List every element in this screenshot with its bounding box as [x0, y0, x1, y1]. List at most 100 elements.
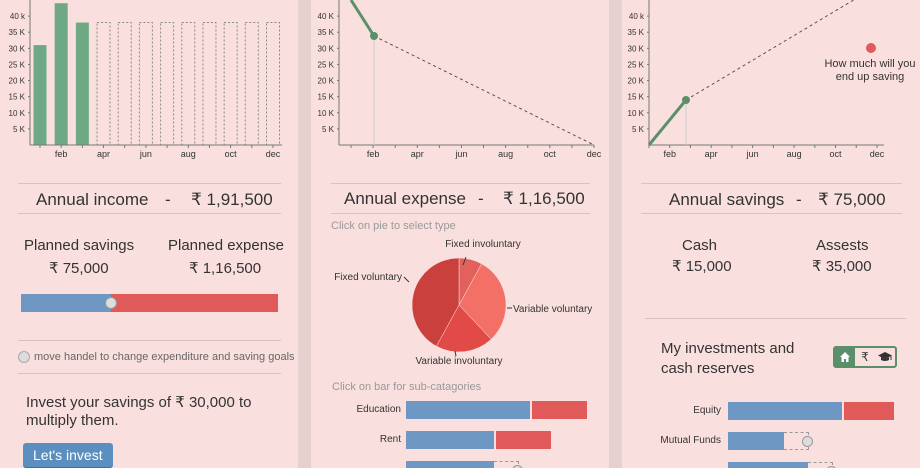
exp-ytick: 30 K [318, 44, 335, 53]
savings-projection-line [685, 0, 855, 101]
investment-bar-handle[interactable] [802, 436, 813, 447]
planned-savings-label: Planned savings [24, 237, 135, 254]
expense-point[interactable] [370, 32, 378, 40]
exp-xtick: jun [454, 149, 467, 159]
inc-xtick: oct [225, 149, 238, 159]
exp-xtick: aug [498, 149, 513, 159]
sav-ytick: 30 K [628, 44, 645, 53]
savings-goal-marker[interactable] [866, 43, 876, 53]
exp-ytick: 10 K [318, 109, 335, 118]
inc-ytick: 35 K [9, 28, 26, 37]
expense-actual-line [349, 0, 376, 37]
income-bar-aug[interactable] [181, 22, 196, 146]
expense-portion [111, 294, 278, 312]
income-bar-chart: 5 K 10 K 15 K 20 K 25 K 30 K 35 K 40 k feb apr ju… [9, 0, 282, 159]
annual-expense-dash: - [478, 189, 484, 208]
income-bar-may[interactable] [117, 22, 132, 146]
annual-income-label: Annual income [36, 190, 149, 209]
expense-category-bar-primary[interactable] [406, 431, 494, 449]
rupee-icon[interactable]: ₹ [855, 348, 875, 366]
inc-ytick: 25 K [9, 60, 26, 69]
slider-handle[interactable] [105, 297, 117, 309]
savings-expense-slider[interactable] [21, 294, 278, 312]
inc-xtick: dec [266, 149, 281, 159]
sav-ytick: 40 k [629, 12, 645, 21]
inc-xtick: aug [181, 149, 196, 159]
sav-xtick: oct [830, 149, 843, 159]
sav-xtick: feb [663, 149, 676, 159]
sav-ytick: 5 K [632, 125, 645, 134]
sav-ytick: 35 K [628, 28, 645, 37]
cash-value: ₹ 15,000 [672, 258, 732, 275]
expense-category-bar-primary[interactable] [406, 401, 530, 419]
investments-title: My investments and cash reserves [661, 340, 795, 377]
annual-savings-value: ₹ 75,000 [818, 190, 886, 209]
savings-actual-line [647, 99, 688, 146]
exp-xtick: dec [587, 149, 602, 159]
savings-point[interactable] [682, 96, 690, 104]
income-panel: 5 K 10 K 15 K 20 K 25 K 30 K 35 K 40 k feb apr ju… [0, 0, 298, 468]
savings-portion [21, 294, 111, 312]
inc-ytick: 15 K [9, 93, 26, 102]
savings-question: How much will you end up saving [824, 58, 916, 83]
expense-type-pie[interactable]: Fixed involuntary Variable voluntary Var… [311, 235, 609, 370]
annual-expense-value: ₹ 1,16,500 [503, 189, 585, 208]
inc-xtick: feb [55, 149, 68, 159]
sav-ytick: 25 K [628, 60, 645, 69]
sav-xtick: apr [705, 149, 718, 159]
income-bar-sep[interactable] [202, 22, 217, 146]
income-bar-mar[interactable] [75, 22, 89, 145]
investment-bar-primary[interactable] [728, 432, 784, 450]
planned-savings-value: ₹ 75,000 [49, 260, 109, 277]
investment-label: Mutual Funds [660, 435, 721, 446]
pie-label-fixed-involuntary: Fixed involuntary [445, 239, 521, 250]
expense-category-bar-primary[interactable] [406, 461, 494, 468]
exp-xtick: apr [411, 149, 424, 159]
exp-ytick: 15 K [318, 93, 335, 102]
expense-category-bar-secondary[interactable] [532, 401, 587, 419]
cash-label: Cash [682, 237, 718, 254]
annual-savings-label: Annual savings [669, 190, 785, 209]
annual-income-value: ₹ 1,91,500 [191, 190, 273, 209]
pie-label-variable-involuntary: Variable involuntary [415, 356, 502, 367]
inc-xtick: jun [139, 149, 152, 159]
planned-expense-label: Planned expense [168, 237, 284, 254]
expense-category-bar-secondary[interactable] [496, 431, 551, 449]
planned-expense-value: ₹ 1,16,500 [189, 260, 262, 277]
expense-projection-line [373, 35, 595, 146]
investment-type-toggle[interactable]: ₹ [833, 346, 897, 368]
investment-label: Equity [693, 405, 721, 416]
investment-bar-primary[interactable] [728, 402, 842, 420]
inc-xtick: apr [97, 149, 110, 159]
income-bar-jun[interactable] [138, 22, 153, 146]
assets-value: ₹ 35,000 [812, 258, 872, 275]
pie-label-fixed-voluntary: Fixed voluntary [334, 272, 402, 283]
income-bar-oct[interactable] [223, 22, 238, 146]
inc-ytick: 10 K [9, 109, 26, 118]
sav-ytick: 15 K [628, 93, 645, 102]
income-bar-nov[interactable] [244, 22, 259, 146]
income-bar-apr[interactable] [96, 22, 111, 146]
home-icon[interactable] [835, 348, 855, 366]
pie-label-variable-voluntary: Variable voluntary [513, 304, 592, 315]
savings-line-chart: 5 K 10 K 15 K 20 K 25 K 30 K 35 K 40 k feb apr ju… [628, 0, 885, 159]
assets-label: Assests [816, 237, 869, 254]
income-bar-feb[interactable] [54, 3, 68, 145]
investment-bar-primary[interactable] [728, 462, 808, 468]
lets-invest-button[interactable]: Let's invest [23, 443, 113, 467]
exp-ytick: 5 K [322, 125, 335, 134]
exp-xtick: oct [544, 149, 557, 159]
exp-ytick: 40 K [318, 12, 335, 21]
savings-panel: 5 K 10 K 15 K 20 K 25 K 30 K 35 K 40 k feb apr ju… [622, 0, 920, 468]
investment-bar-secondary[interactable] [844, 402, 894, 420]
annual-income-dash: - [165, 190, 171, 209]
income-bar-dec[interactable] [266, 22, 280, 146]
exp-ytick: 35 K [318, 28, 335, 37]
annual-savings-dash: - [796, 190, 802, 209]
annual-expense-label: Annual expense [344, 189, 466, 208]
sav-xtick: aug [787, 149, 802, 159]
graduation-cap-icon[interactable] [875, 348, 895, 366]
income-bar-jan[interactable] [33, 45, 47, 145]
income-bar-jul[interactable] [160, 22, 175, 146]
expense-category-label: Rent [379, 434, 401, 445]
